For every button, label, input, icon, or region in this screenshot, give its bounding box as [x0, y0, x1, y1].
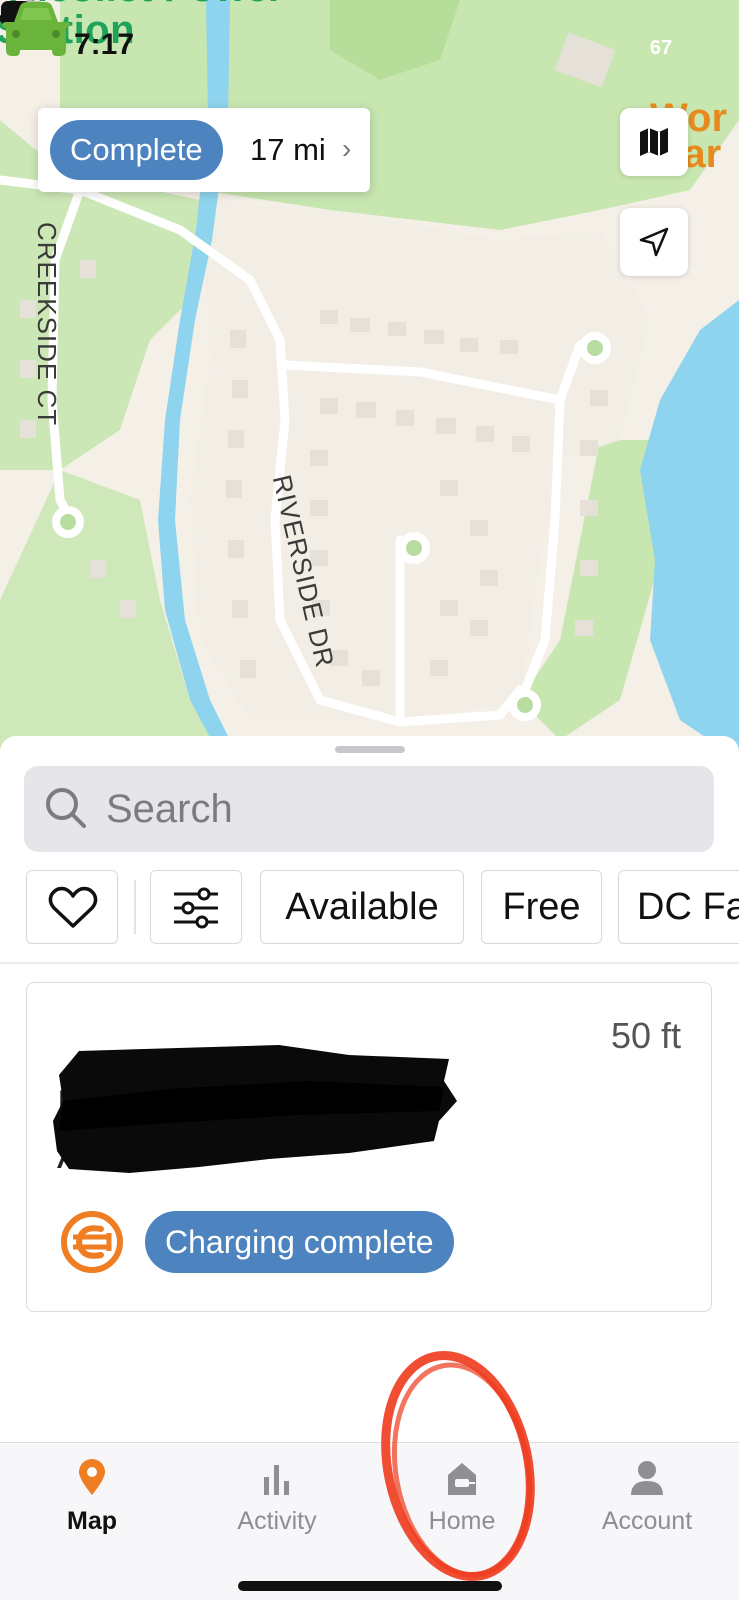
session-distance: 17 mi — [250, 132, 326, 167]
street-label-creekside: CREEKSIDE CT — [32, 222, 62, 427]
map-type-button[interactable] — [620, 108, 688, 176]
sliders-icon — [174, 887, 218, 929]
free-chip[interactable]: Free — [481, 870, 602, 944]
tab-bar: Map Activity Home Account — [0, 1442, 739, 1600]
tab-account-label: Account — [601, 1507, 693, 1535]
search-bar[interactable] — [24, 766, 714, 852]
home-indicator[interactable] — [238, 1581, 502, 1591]
status-time: 7:17 — [74, 28, 135, 61]
bottom-sheet: Available Free DC Fa 50 ft L AC Charging… — [0, 736, 739, 1442]
map-icon — [640, 128, 668, 156]
session-status-badge: Complete — [50, 120, 223, 180]
person-icon — [631, 1461, 663, 1495]
tab-home-label: Home — [428, 1507, 496, 1535]
tab-map[interactable]: Map — [17, 1459, 167, 1549]
heart-icon — [48, 886, 98, 928]
battery-level: 67 — [649, 37, 673, 59]
search-input[interactable] — [106, 766, 696, 852]
locate-me-button[interactable] — [620, 208, 688, 276]
map-pin-icon — [79, 1459, 105, 1495]
map-view[interactable]: Nicollet Power Station Wor Mar CREEKSIDE… — [0, 0, 739, 760]
tab-map-label: Map — [67, 1507, 117, 1535]
car-location-icon[interactable] — [0, 0, 72, 60]
tab-account[interactable]: Account — [572, 1459, 722, 1549]
tab-home[interactable]: Home — [387, 1459, 537, 1549]
station-distance: 50 ft — [610, 1015, 681, 1056]
favorites-chip[interactable] — [26, 870, 118, 944]
chip-divider — [134, 880, 136, 934]
filter-settings-chip[interactable] — [150, 870, 242, 944]
charging-status-badge: Charging complete — [145, 1211, 454, 1273]
location-arrow-icon — [639, 227, 669, 257]
station-card[interactable]: 50 ft L AC Charging complete — [26, 982, 712, 1312]
sheet-grabber[interactable] — [335, 746, 405, 753]
home-charger-icon — [448, 1463, 476, 1495]
available-chip[interactable]: Available — [260, 870, 464, 944]
section-divider — [0, 962, 739, 964]
filter-chips: Available Free DC Fa — [0, 870, 739, 944]
charging-network-logo-icon — [61, 1211, 123, 1273]
search-icon — [46, 788, 86, 828]
tab-activity[interactable]: Activity — [202, 1459, 352, 1549]
dc-fast-chip[interactable]: DC Fa — [618, 870, 739, 944]
redaction-scribble — [53, 1045, 457, 1173]
chevron-right-icon: › — [342, 133, 352, 164]
tab-activity-label: Activity — [237, 1507, 317, 1535]
bar-chart-icon — [264, 1465, 289, 1495]
session-status-card[interactable]: Complete 17 mi › — [38, 108, 370, 192]
